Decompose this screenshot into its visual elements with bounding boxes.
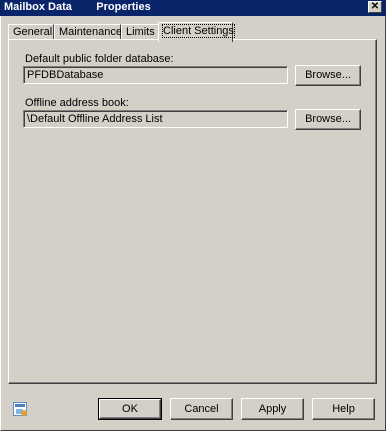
apply-button[interactable]: Apply [241, 398, 304, 420]
public-folder-browse-label: Browse... [305, 69, 351, 81]
apply-label: Apply [258, 403, 287, 415]
close-button[interactable]: ✕ [368, 1, 382, 13]
offline-address-book-browse-label: Browse... [305, 113, 351, 125]
title-bar[interactable]: Mailbox Data Properties ✕ [0, 0, 386, 16]
tab-client-settings[interactable]: Client Settings [158, 22, 235, 42]
public-folder-value: PFDBDatabase [27, 69, 104, 81]
tab-general-label: General [13, 26, 53, 38]
tab-maintenance[interactable]: Maintenance [54, 24, 122, 40]
offline-address-book-label: Offline address book: [25, 97, 129, 109]
offline-address-book-browse-button[interactable]: Browse... [295, 109, 361, 130]
tab-limits-label: Limits [126, 26, 155, 38]
cancel-button[interactable]: Cancel [170, 398, 233, 420]
tab-general[interactable]: General [8, 24, 54, 40]
help-button[interactable]: Help [312, 398, 375, 420]
close-icon: ✕ [370, 1, 380, 12]
offline-address-book-field: \Default Offline Address List [23, 110, 288, 128]
offline-address-book-value: \Default Offline Address List [27, 113, 163, 125]
ok-label: OK [122, 403, 138, 415]
tab-client-settings-label: Client Settings [162, 24, 235, 38]
ok-button[interactable]: OK [98, 398, 162, 420]
client-settings-panel [8, 39, 377, 384]
help-label: Help [332, 403, 355, 415]
cancel-label: Cancel [184, 403, 219, 415]
tab-maintenance-label: Maintenance [59, 26, 122, 38]
window-title: Mailbox Data Properties [4, 1, 151, 13]
public-folder-browse-button[interactable]: Browse... [295, 65, 361, 86]
tab-limits[interactable]: Limits [121, 24, 159, 40]
public-folder-field: PFDBDatabase [23, 66, 288, 84]
public-folder-label: Default public folder database: [25, 53, 174, 65]
context-help-icon[interactable] [13, 402, 28, 417]
